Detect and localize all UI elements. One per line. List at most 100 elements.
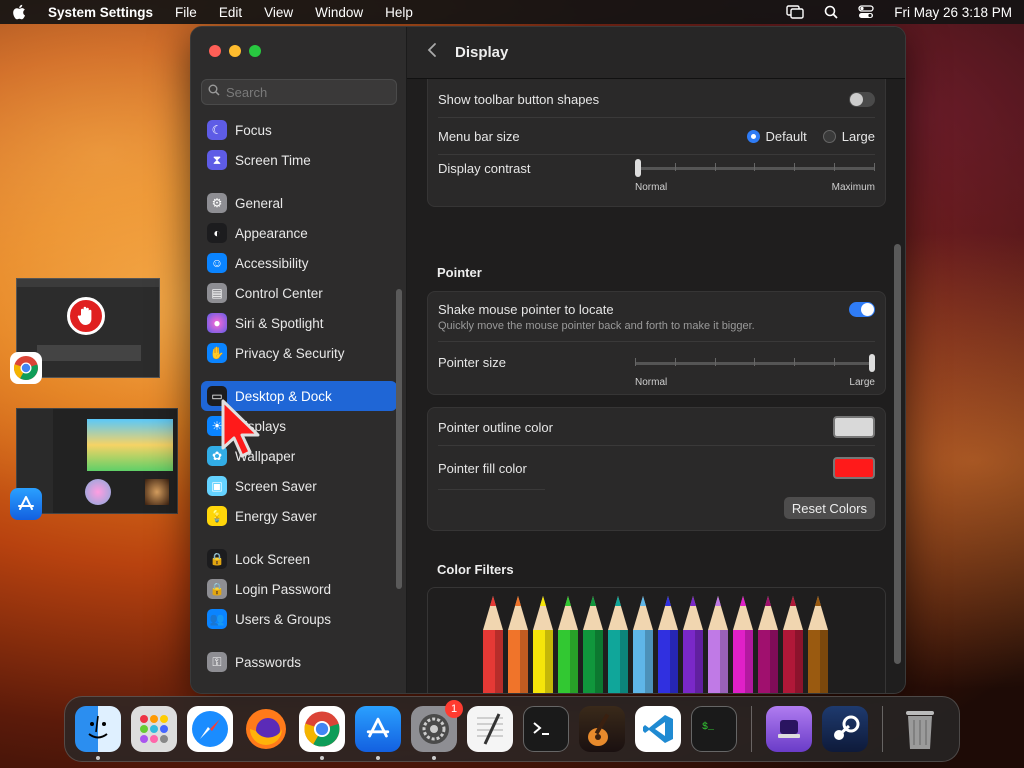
sidebar-item-appearance[interactable]: ◐ Appearance (201, 218, 397, 248)
textedit-icon[interactable] (467, 706, 513, 752)
menu-file[interactable]: File (175, 5, 197, 20)
safari-icon[interactable] (187, 706, 233, 752)
system-settings-icon[interactable]: 1 (411, 700, 463, 760)
gear-icon: ⚙ (207, 193, 227, 213)
system-settings-window: ☾ Focus ⧗ Screen Time ⚙ General ◐ Appear… (190, 26, 906, 694)
close-button[interactable] (209, 45, 221, 57)
back-chevron-icon[interactable] (427, 42, 437, 63)
display-pane: Display Show toolbar button shapes Menu … (407, 27, 905, 693)
finder-icon[interactable] (75, 706, 121, 760)
fill-color-swatch[interactable] (833, 457, 875, 479)
terminal-icon[interactable] (523, 706, 569, 752)
control-center-icon[interactable] (858, 5, 874, 19)
radio-default-dot[interactable] (746, 130, 760, 143)
radio-default[interactable]: Default (746, 129, 807, 144)
pointer-group: Shake mouse pointer to locate Quickly mo… (427, 291, 886, 395)
sidebar-item-label: Users & Groups (235, 611, 332, 627)
toolbar-shapes-toggle[interactable] (849, 92, 875, 107)
row-reset-colors: Reset Colors (428, 490, 885, 526)
sidebar-item-lock-screen[interactable]: 🔒 Lock Screen (201, 544, 397, 574)
display-contrast-label: Display contrast (438, 161, 531, 176)
moon-icon: ☾ (207, 120, 227, 140)
screen-saver-icon: ▣ (207, 476, 227, 496)
shake-pointer-label: Shake mouse pointer to locate (438, 302, 614, 317)
minimize-button[interactable] (229, 45, 241, 57)
menu-window[interactable]: Window (315, 5, 363, 20)
menu-view[interactable]: View (264, 5, 293, 20)
outline-color-label: Pointer outline color (438, 419, 553, 435)
menu-edit[interactable]: Edit (219, 5, 242, 20)
sidebar-item-privacy-security[interactable]: ✋ Privacy & Security (201, 338, 397, 368)
menu-app-name[interactable]: System Settings (48, 5, 153, 20)
pointer-size-slider[interactable]: Normal Large (635, 354, 875, 388)
radio-large[interactable]: Large (822, 129, 875, 144)
pointer-size-label: Pointer size (438, 355, 506, 370)
chrome-app-badge-icon[interactable] (10, 352, 42, 384)
sidebar-item-control-center[interactable]: ▤ Control Center (201, 278, 397, 308)
content-scrollbar[interactable] (894, 244, 901, 664)
row-pointer-size: Pointer size Normal Large (428, 342, 885, 394)
svg-text:$_: $_ (702, 721, 715, 733)
shake-pointer-description: Quickly move the mouse pointer back and … (438, 320, 755, 332)
pencil-7 (633, 596, 653, 693)
sidebar-item-label: General (235, 195, 284, 211)
launchpad-icon[interactable] (131, 706, 177, 752)
screen-mirroring-icon[interactable] (786, 5, 804, 19)
radio-large-dot[interactable] (822, 130, 836, 143)
reset-colors-button[interactable]: Reset Colors (783, 497, 875, 519)
siri-icon: ● (207, 313, 227, 333)
sidebar-item-label: Login Password (235, 581, 332, 597)
garageband-icon[interactable] (579, 706, 625, 752)
chrome-icon[interactable] (299, 706, 345, 760)
pencil-1 (483, 596, 503, 693)
vscode-icon[interactable] (635, 706, 681, 752)
zoom-button[interactable] (249, 45, 261, 57)
contrast-slider-thumb[interactable] (635, 159, 641, 177)
contrast-slider[interactable]: Normal Maximum (635, 159, 875, 193)
sidebar-item-focus[interactable]: ☾ Focus (201, 115, 397, 145)
sidebar-item-accessibility[interactable]: ☺ Accessibility (201, 248, 397, 278)
search-input[interactable] (226, 84, 386, 100)
menu-bar-size-label: Menu bar size (438, 129, 520, 144)
sidebar-item-general[interactable]: ⚙ General (201, 188, 397, 218)
hourglass-icon: ⧗ (207, 150, 227, 170)
sidebar-item-passwords[interactable]: ⚿ Passwords (201, 647, 397, 677)
users-icon: 👥 (207, 609, 227, 629)
sidebar-item-users-groups[interactable]: 👥 Users & Groups (201, 604, 397, 634)
control-center-icon: ▤ (207, 283, 227, 303)
activity-terminal-icon[interactable]: $_ (691, 706, 737, 752)
apple-menu-icon[interactable] (12, 4, 30, 20)
sidebar-scrollbar[interactable] (396, 289, 402, 589)
shake-pointer-toggle[interactable] (849, 302, 875, 317)
trash-icon[interactable] (897, 706, 943, 752)
pencil-8 (658, 596, 678, 693)
search-field[interactable] (201, 79, 397, 105)
spotlight-search-icon[interactable] (824, 5, 838, 19)
firefox-icon[interactable] (243, 706, 289, 752)
window-controls (209, 45, 261, 57)
sidebar-item-siri-spotlight[interactable]: ● Siri & Spotlight (201, 308, 397, 338)
sidebar-item-screen-time[interactable]: ⧗ Screen Time (201, 145, 397, 175)
row-menu-bar-size: Menu bar size Default Large (428, 118, 885, 155)
steam-icon[interactable] (822, 706, 868, 752)
contrast-min-label: Normal (635, 182, 668, 193)
sidebar-item-login-password[interactable]: 🔒 Login Password (201, 574, 397, 604)
outline-color-swatch[interactable] (833, 416, 875, 438)
preview-wallpaper-image (87, 419, 173, 471)
pencil-9 (683, 596, 703, 693)
sidebar-item-label: Siri & Spotlight (235, 315, 324, 331)
sidebar-item-energy-saver[interactable]: 💡 Energy Saver (201, 501, 397, 531)
menu-help[interactable]: Help (385, 5, 413, 20)
appearance-icon: ◐ (207, 223, 227, 243)
sidebar-item-label: Screen Saver (235, 478, 317, 494)
preview-swatch-1 (85, 479, 111, 505)
stop-hand-icon (67, 297, 105, 335)
app-store-icon[interactable] (355, 706, 401, 760)
sidebar-item-label: Control Center (235, 285, 323, 301)
pointer-size-slider-thumb[interactable] (869, 354, 875, 372)
sidebar-item-screen-saver[interactable]: ▣ Screen Saver (201, 471, 397, 501)
row-display-contrast: Display contrast Normal Maximum (428, 155, 885, 195)
app-store-badge-icon[interactable] (10, 488, 42, 520)
menu-clock[interactable]: Fri May 26 3:18 PM (894, 5, 1012, 20)
podcast-disk-icon[interactable] (766, 706, 812, 752)
